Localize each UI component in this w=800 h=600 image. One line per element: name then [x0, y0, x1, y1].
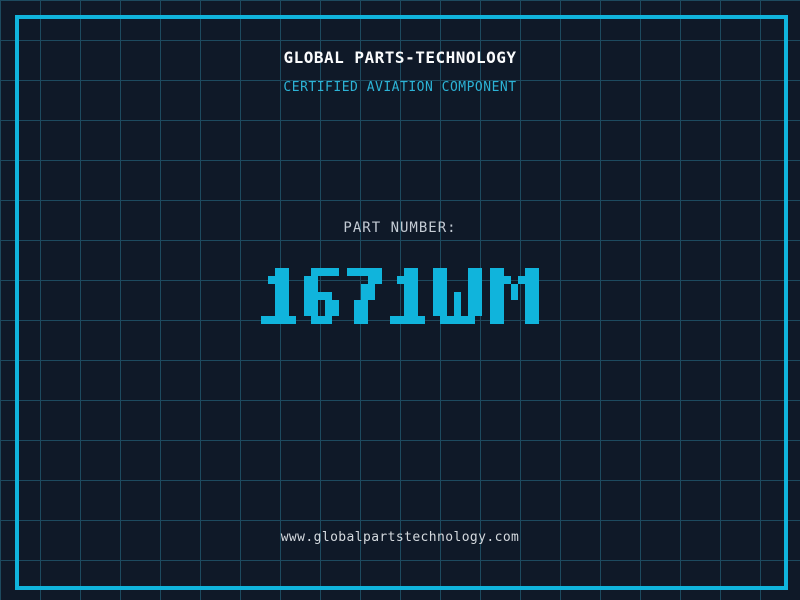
part-number-glyph	[261, 268, 296, 324]
website-url: www.globalpartstechnology.com	[280, 530, 520, 545]
certification-subtitle: CERTIFIED AVIATION COMPONENT	[283, 80, 517, 95]
part-number-glyph	[390, 268, 425, 324]
part-number-glyph	[347, 268, 382, 324]
part-number-glyph	[304, 268, 339, 324]
part-number-glyph	[433, 268, 482, 324]
company-title: GLOBAL PARTS-TECHNOLOGY	[283, 48, 517, 67]
part-number-glyph	[490, 268, 539, 324]
part-number-display	[0, 268, 800, 324]
part-number-label: PART NUMBER:	[343, 220, 457, 236]
blueprint-canvas: { "header": { "title": "GLOBAL PARTS-TEC…	[0, 0, 800, 600]
